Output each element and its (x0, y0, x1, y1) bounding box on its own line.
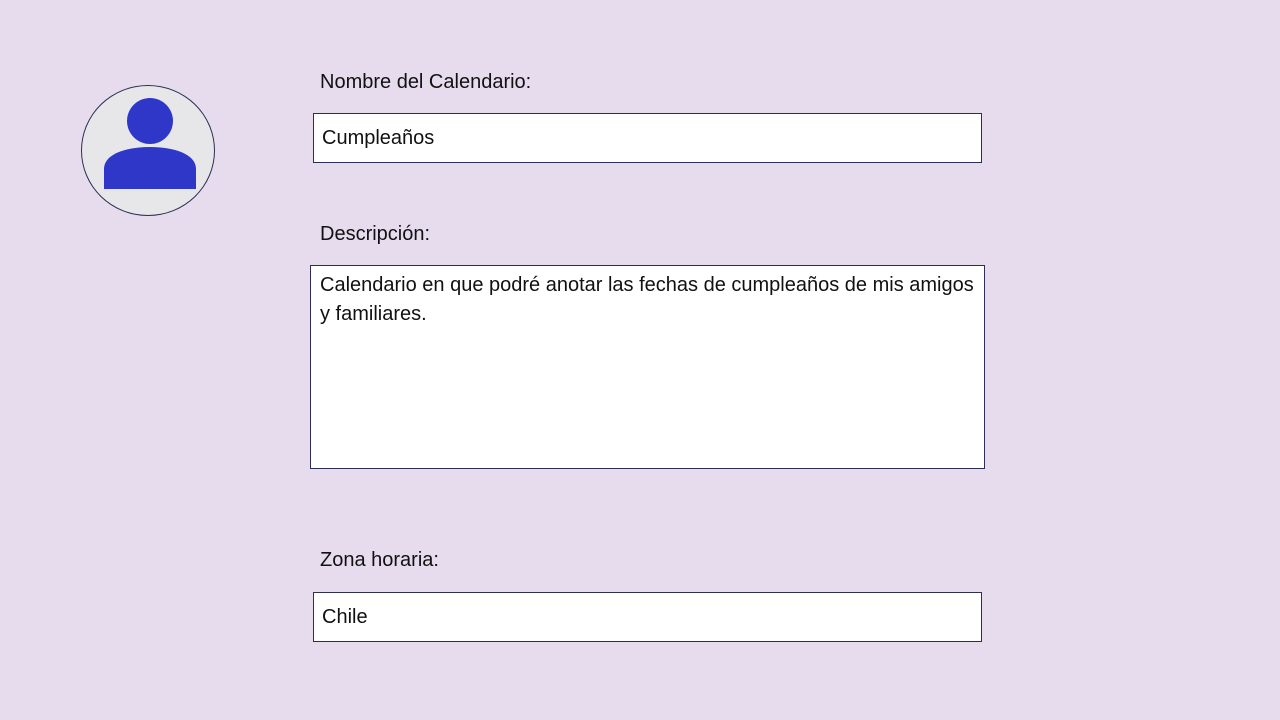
timezone-field[interactable]: Chile (313, 592, 982, 642)
description-field[interactable]: Calendario en que podré anotar las fecha… (310, 265, 985, 469)
calendar-name-label: Nombre del Calendario: (320, 71, 532, 93)
user-icon (104, 98, 196, 189)
description-label: Descripción: (320, 223, 431, 245)
calendar-avatar[interactable] (81, 85, 215, 216)
description-value: Calendario en que podré anotar las fecha… (320, 274, 974, 325)
timezone-label: Zona horaria: (320, 549, 439, 571)
calendar-name-field[interactable]: Cumpleaños (313, 113, 982, 163)
calendar-name-value: Cumpleaños (322, 127, 435, 149)
timezone-value: Chile (322, 606, 368, 628)
